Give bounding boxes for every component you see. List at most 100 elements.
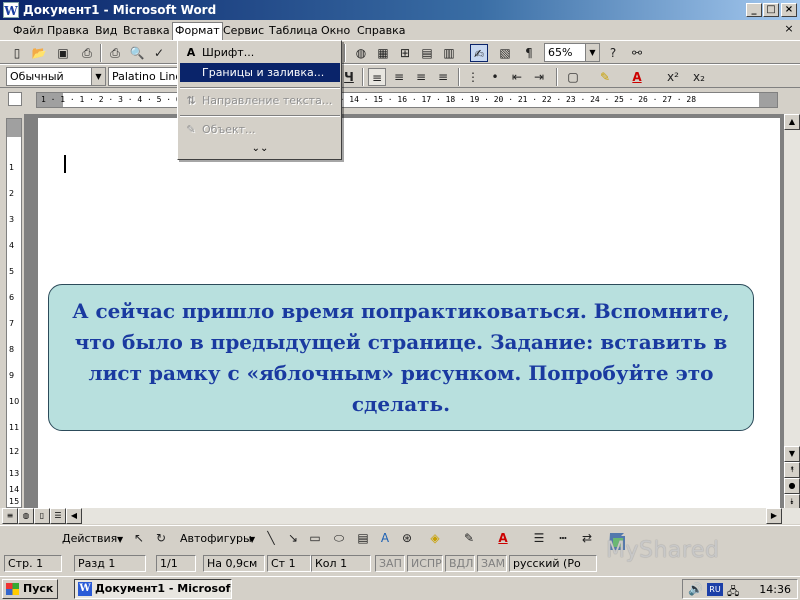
highlight-icon[interactable]: ✎ <box>596 68 614 86</box>
binoculars-icon[interactable]: ⚯ <box>628 44 646 62</box>
increase-indent-icon[interactable]: ⇥ <box>530 68 548 86</box>
menu-format[interactable]: Формат <box>172 22 223 41</box>
menu-edit[interactable]: Правка <box>47 24 89 37</box>
font-color-icon[interactable]: A <box>628 68 646 86</box>
arrow-style-icon[interactable]: ⇄ <box>578 529 596 547</box>
spelling-icon[interactable]: ✓ <box>150 44 168 62</box>
menu-item-font[interactable]: A Шрифт... <box>180 43 340 62</box>
print-preview-icon[interactable]: 🔍 <box>128 44 146 62</box>
outline-view-icon[interactable]: ☰ <box>50 508 66 524</box>
web-icon[interactable]: ◍ <box>352 44 370 62</box>
open-folder-icon[interactable]: 📂 <box>30 44 48 62</box>
scroll-down-icon[interactable]: ▼ <box>784 446 800 462</box>
taskbar-word-task[interactable]: W Документ1 - Microsof... <box>74 579 232 599</box>
close-button[interactable]: × <box>781 3 797 17</box>
chevron-down-icon[interactable]: ▼ <box>585 44 599 61</box>
web-layout-icon[interactable]: ◍ <box>18 508 34 524</box>
expand-menu-chevron-icon[interactable]: ⌄⌄ <box>180 142 340 156</box>
permission-icon[interactable]: ⎙ <box>78 44 96 62</box>
align-left-icon[interactable]: ≡ <box>368 68 386 86</box>
insert-excel-icon[interactable]: ▤ <box>418 44 436 62</box>
chevron-down-icon[interactable]: ▼ <box>91 68 105 85</box>
status-ext[interactable]: ВДЛ <box>445 555 475 572</box>
draw-font-color-icon[interactable]: A <box>494 529 512 547</box>
normal-view-icon[interactable]: ≡ <box>2 508 18 524</box>
scroll-up-icon[interactable]: ▲ <box>784 114 800 130</box>
chevron-down-icon[interactable]: ▼ <box>249 535 255 544</box>
font-select[interactable]: Palatino Linotype <box>108 67 178 86</box>
line-style-icon[interactable]: ☰ <box>530 529 548 547</box>
menu-insert[interactable]: Вставка <box>123 24 170 37</box>
vruler-number: 5 <box>9 267 15 276</box>
dash-style-icon[interactable]: ┅ <box>554 529 572 547</box>
status-column: Кол 1 <box>311 555 371 572</box>
speaker-icon[interactable]: 🔊 <box>688 582 703 596</box>
scroll-left-icon[interactable]: ◀ <box>66 508 82 524</box>
arrow-icon[interactable]: ↘ <box>284 529 302 547</box>
menu-item-text-direction[interactable]: ⇅ Направление текста... <box>180 91 340 110</box>
drawing-icon[interactable]: ✍ <box>470 44 488 62</box>
wordart-icon[interactable]: A <box>376 529 394 547</box>
chevron-down-icon[interactable]: ▼ <box>117 535 123 544</box>
word-app-icon[interactable]: W <box>3 2 19 18</box>
tables-borders-icon[interactable]: ▦ <box>374 44 392 62</box>
maximize-button[interactable]: □ <box>763 3 779 17</box>
network-icon[interactable]: 🖧 <box>727 583 739 600</box>
actions-menu[interactable]: Действия <box>62 532 117 545</box>
document-close-button[interactable]: × <box>781 23 797 37</box>
menu-window[interactable]: Окно <box>321 24 350 37</box>
bullets-icon[interactable]: • <box>486 68 504 86</box>
menu-item-borders-shading[interactable]: Границы и заливка... <box>180 63 340 82</box>
start-button[interactable]: Пуск <box>2 579 58 599</box>
line-color-icon[interactable]: ✎ <box>460 529 478 547</box>
menu-view[interactable]: Вид <box>95 24 117 37</box>
new-document-icon[interactable]: ▯ <box>8 44 26 62</box>
select-browse-object-icon[interactable]: ● <box>784 478 800 494</box>
justify-icon[interactable]: ≡ <box>434 68 452 86</box>
print-icon[interactable]: ⎙ <box>106 44 124 62</box>
pilcrow-icon[interactable]: ¶ <box>520 44 538 62</box>
zoom-select[interactable]: 65% ▼ <box>544 43 600 62</box>
menu-tools[interactable]: Сервис <box>223 24 264 37</box>
style-select[interactable]: Обычный ▼ <box>6 67 106 86</box>
status-rec[interactable]: ЗАП <box>375 555 405 572</box>
menu-table[interactable]: Таблица <box>269 24 318 37</box>
menu-file[interactable]: Файл <box>13 24 43 37</box>
horizontal-scrollbar[interactable]: ≡ ◍ ▯ ☰ ◀ ▶ <box>0 508 800 524</box>
document-map-icon[interactable]: ▧ <box>496 44 514 62</box>
horizontal-ruler[interactable]: 1 · 1 · 1 · 2 · 3 · 4 · 5 · 6 · 7 · 8 · … <box>36 92 778 108</box>
free-rotate-icon[interactable]: ↻ <box>152 529 170 547</box>
columns-icon[interactable]: ▥ <box>440 44 458 62</box>
language-indicator[interactable]: RU <box>707 583 723 596</box>
menu-item-object[interactable]: ✎ Объект... <box>180 120 340 139</box>
numbering-icon[interactable]: ⋮ <box>464 68 482 86</box>
status-ovr[interactable]: ЗАМ <box>477 555 507 572</box>
borders-icon[interactable]: ▢ <box>564 68 582 86</box>
autoshapes-menu[interactable]: Автофигуры <box>180 532 252 545</box>
select-objects-icon[interactable]: ↖ <box>130 529 148 547</box>
vertical-scrollbar[interactable]: ▲ ▼ ⯭ ● ⯯ <box>784 114 800 510</box>
superscript-icon[interactable]: x² <box>664 68 682 86</box>
help-icon[interactable]: ? <box>604 44 622 62</box>
tab-selector[interactable] <box>8 92 22 106</box>
print-layout-icon[interactable]: ▯ <box>34 508 50 524</box>
rectangle-icon[interactable]: ▭ <box>306 529 324 547</box>
align-right-icon[interactable]: ≡ <box>412 68 430 86</box>
menu-help[interactable]: Справка <box>357 24 405 37</box>
save-icon[interactable]: ▣ <box>54 44 72 62</box>
status-trk[interactable]: ИСПР <box>407 555 443 572</box>
minimize-button[interactable]: _ <box>746 3 762 17</box>
line-icon[interactable]: ╲ <box>262 529 280 547</box>
vertical-ruler[interactable]: 1 2 3 4 5 6 7 8 9 10 11 12 13 14 15 <box>6 118 22 508</box>
oval-icon[interactable]: ⬭ <box>330 529 348 547</box>
fill-color-icon[interactable]: ◈ <box>426 529 444 547</box>
underline-button[interactable]: Ч <box>340 68 358 86</box>
decrease-indent-icon[interactable]: ⇤ <box>508 68 526 86</box>
insert-table-icon[interactable]: ⊞ <box>396 44 414 62</box>
align-center-icon[interactable]: ≡ <box>390 68 408 86</box>
text-box-icon[interactable]: ▤ <box>354 529 372 547</box>
diagram-icon[interactable]: ⊛ <box>398 529 416 547</box>
scroll-right-icon[interactable]: ▶ <box>766 508 782 524</box>
subscript-icon[interactable]: x₂ <box>690 68 708 86</box>
previous-page-icon[interactable]: ⯭ <box>784 462 800 478</box>
